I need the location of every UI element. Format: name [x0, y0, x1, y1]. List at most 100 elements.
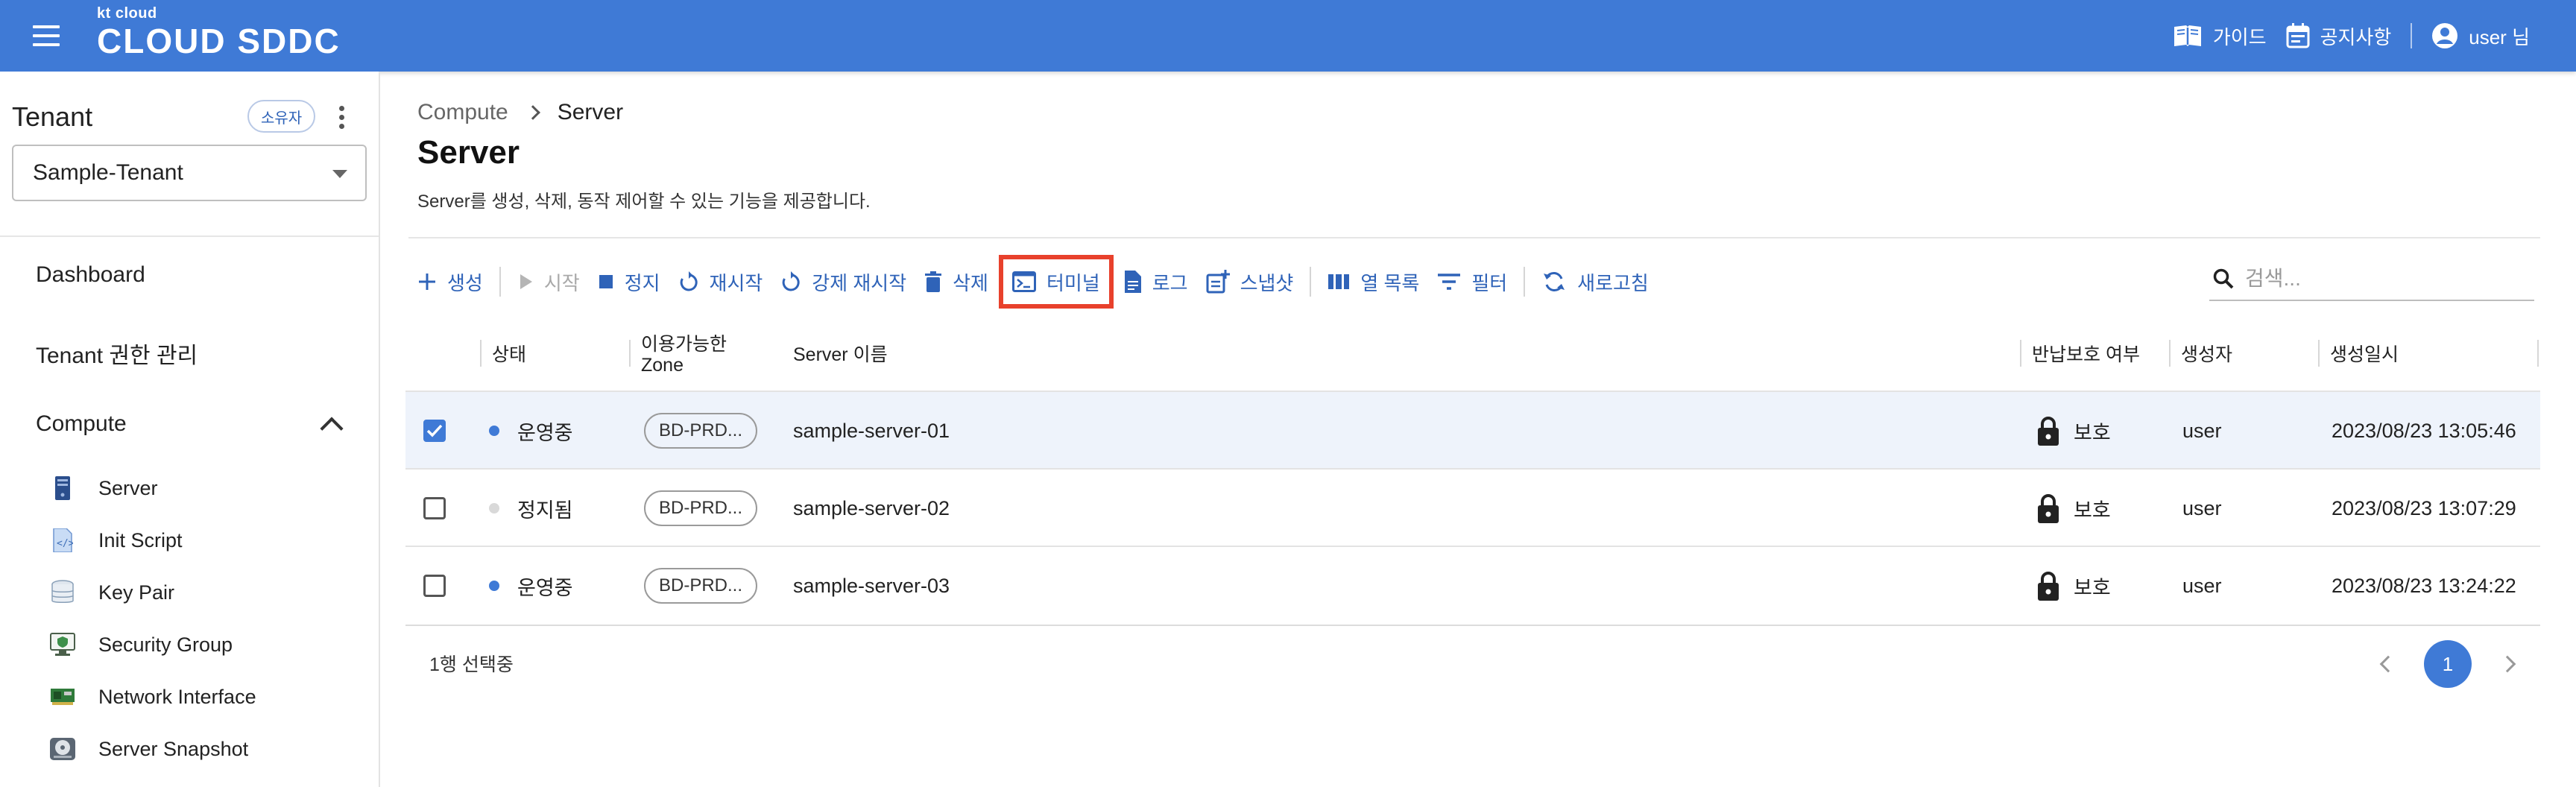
- tenant-heading: Tenant: [12, 101, 93, 132]
- guide-link[interactable]: 가이드: [2173, 22, 2267, 50]
- logo-kt-cloud: kt cloud: [97, 5, 157, 22]
- tenant-select[interactable]: Sample-Tenant: [12, 145, 367, 201]
- zone-chip[interactable]: BD-PRD...: [644, 568, 758, 604]
- breadcrumb-compute[interactable]: Compute: [417, 100, 508, 125]
- protection-text: 보호: [2074, 576, 2111, 599]
- tenant-select-value: Sample-Tenant: [33, 160, 183, 185]
- user-menu[interactable]: user 님: [2431, 22, 2530, 50]
- snapshot-label: 스냅샷: [1240, 271, 1294, 294]
- next-page-icon[interactable]: [2498, 655, 2516, 673]
- log-button[interactable]: 로그: [1115, 258, 1197, 306]
- columns-button[interactable]: 열 목록: [1319, 258, 1428, 306]
- stop-button[interactable]: 정지: [589, 258, 669, 306]
- header-divider: [2411, 23, 2413, 48]
- start-button[interactable]: 시작: [508, 258, 589, 306]
- guide-label: 가이드: [2212, 25, 2267, 48]
- status-text: 정지됨: [517, 499, 573, 522]
- server-icon: [49, 475, 76, 502]
- row-checkbox[interactable]: [423, 420, 446, 442]
- column-header-creator[interactable]: 생성자: [2169, 317, 2318, 392]
- create-button[interactable]: 생성: [408, 258, 492, 306]
- logo[interactable]: kt cloud CLOUD SDDC: [97, 4, 341, 60]
- sidebar: Tenant 소유자 Sample-Tenant Dashboard Tenan…: [0, 72, 380, 787]
- protection-text: 보호: [2074, 499, 2111, 522]
- chevron-up-icon[interactable]: [320, 417, 344, 440]
- table-row[interactable]: 운영중 BD-PRD... sample-server-03 보호 user 2…: [405, 546, 2540, 623]
- account-circle-icon: [2432, 23, 2458, 48]
- status-dot: [489, 581, 499, 591]
- breadcrumb: Compute Server: [417, 100, 623, 125]
- columns-label: 열 목록: [1360, 271, 1420, 294]
- sidebar-item-key-pair[interactable]: Key Pair: [49, 574, 174, 611]
- sidebar-item-dashboard[interactable]: Dashboard: [36, 262, 145, 288]
- filter-button[interactable]: 필터: [1428, 258, 1516, 306]
- page-number-button[interactable]: 1: [2424, 640, 2472, 688]
- server-name[interactable]: sample-server-02: [793, 470, 950, 547]
- zone-chip[interactable]: BD-PRD...: [644, 490, 758, 526]
- status-text: 운영중: [517, 421, 573, 444]
- stop-label: 정지: [624, 271, 660, 294]
- column-header-protection[interactable]: 반납보호 여부: [2020, 317, 2169, 392]
- script-icon: </>: [49, 527, 76, 554]
- sidebar-section-compute[interactable]: Compute: [36, 411, 127, 437]
- book-icon: [2174, 25, 2201, 46]
- sidebar-item-init-script[interactable]: </> Init Script: [49, 522, 183, 559]
- more-vert-icon[interactable]: [334, 106, 349, 131]
- start-label: 시작: [543, 271, 580, 294]
- dropdown-arrow-icon: [332, 170, 347, 178]
- restart-label: 재시작: [709, 271, 763, 294]
- menu-icon[interactable]: [33, 25, 60, 46]
- column-separator: [2537, 340, 2539, 367]
- search-input[interactable]: [2245, 267, 2513, 291]
- delete-button[interactable]: 삭제: [915, 258, 997, 306]
- column-header-zone[interactable]: 이용가능한 Zone: [629, 317, 778, 392]
- lock-icon: [2038, 572, 2059, 601]
- table-row[interactable]: 운영중 BD-PRD... sample-server-01 보호 user 2…: [405, 391, 2540, 468]
- status-dot: [489, 426, 499, 436]
- sidebar-item-server-snapshot[interactable]: Server Snapshot: [49, 730, 248, 768]
- lock-icon: [2038, 494, 2059, 523]
- server-name[interactable]: sample-server-03: [793, 547, 950, 625]
- snapshot-button[interactable]: 스냅샷: [1197, 258, 1303, 306]
- force-restart-label: 강제 재시작: [812, 271, 907, 294]
- refresh-button[interactable]: 새로고침: [1532, 258, 1658, 306]
- terminal-button[interactable]: 터미널: [998, 255, 1114, 309]
- action-toolbar: 생성 시작 정지 재시작 강제 재시작 삭제 터미널 로그 스냅샷 열 목록 필…: [408, 255, 1658, 309]
- sidebar-item-network-interface[interactable]: Network Interface: [49, 678, 256, 715]
- column-header-created[interactable]: 생성일시: [2318, 317, 2539, 392]
- logo-cloud-sddc: CLOUD SDDC: [97, 22, 341, 60]
- row-checkbox[interactable]: [423, 575, 446, 597]
- server-name[interactable]: sample-server-01: [793, 392, 950, 470]
- toolbar-divider: [1310, 267, 1312, 297]
- sidebar-item-server[interactable]: Server: [49, 470, 158, 507]
- force-restart-button[interactable]: 강제 재시작: [771, 258, 915, 306]
- page-title: Server: [417, 134, 520, 171]
- log-label: 로그: [1152, 271, 1188, 294]
- sidebar-item-tenant-permissions[interactable]: Tenant 권한 관리: [36, 337, 198, 370]
- sidebar-item-label: Init Script: [98, 528, 183, 551]
- filter-icon: [1438, 274, 1461, 290]
- sidebar-item-label: Server: [98, 476, 158, 499]
- play-icon: [520, 274, 532, 289]
- pagination: 1: [2379, 638, 2516, 690]
- trash-icon: [925, 271, 942, 292]
- stop-icon: [599, 275, 613, 288]
- lock-icon: [2038, 417, 2059, 446]
- page-description: Server를 생성, 삭제, 동작 제어할 수 있는 기능을 제공합니다.: [417, 192, 871, 212]
- sidebar-item-label: Security Group: [98, 633, 233, 656]
- prev-page-icon[interactable]: [2379, 655, 2397, 673]
- columns-icon: [1328, 274, 1350, 289]
- row-checkbox[interactable]: [423, 497, 446, 519]
- table-header: 상태 이용가능한 Zone Server 이름 반납보호 여부 생성자 생성일시: [405, 317, 2540, 392]
- calendar-icon: [2286, 23, 2310, 48]
- column-header-status[interactable]: 상태: [480, 317, 629, 392]
- table-row[interactable]: 정지됨 BD-PRD... sample-server-02 보호 user 2…: [405, 468, 2540, 546]
- sidebar-item-security-group[interactable]: Security Group: [49, 626, 233, 663]
- notice-link[interactable]: 공지사항: [2286, 22, 2391, 50]
- zone-chip[interactable]: BD-PRD...: [644, 413, 758, 449]
- database-icon: [49, 579, 76, 606]
- document-icon: [1124, 271, 1141, 293]
- restart-button[interactable]: 재시작: [669, 258, 772, 306]
- search-box: [2209, 258, 2534, 301]
- column-header-server-name[interactable]: Server 이름: [781, 317, 1676, 392]
